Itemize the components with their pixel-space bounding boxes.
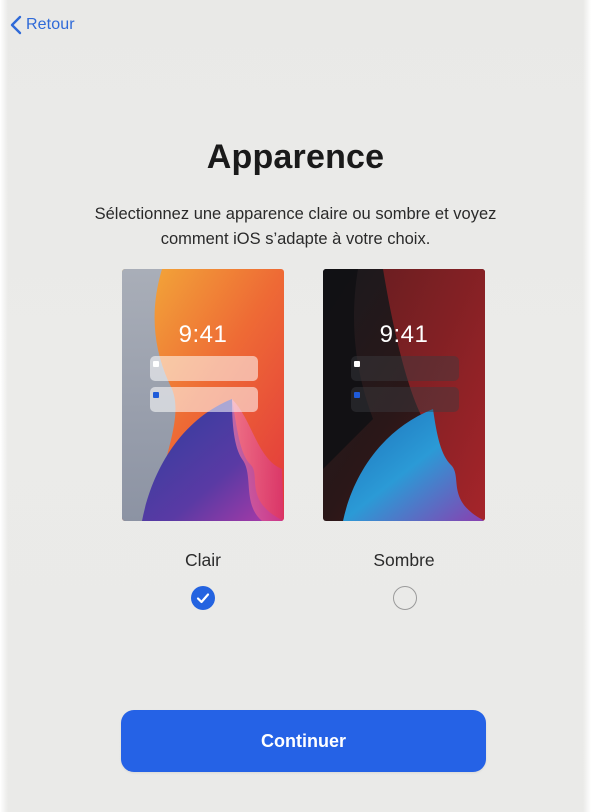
continue-button[interactable]: Continuer (121, 710, 486, 772)
frame-edge-right (583, 0, 591, 812)
dark-preview-clock: 9:41 (379, 321, 429, 348)
light-preview-widget (150, 356, 258, 381)
dark-preview-widget (351, 356, 459, 381)
back-label: Retour (26, 16, 75, 33)
light-option-label: Clair (185, 550, 221, 570)
dark-option-label: Sombre (373, 550, 435, 570)
page-subtitle: Sélectionnez une apparence claire ou som… (94, 205, 497, 248)
page-title: Apparence (206, 138, 385, 176)
dark-appearance-preview[interactable]: 9:41 (323, 269, 485, 521)
appearance-setup-screen: Retour Apparence Sélectionnez une appare… (0, 0, 591, 812)
widget-indicator (153, 361, 159, 367)
light-option-radio[interactable] (191, 586, 215, 610)
widget-indicator (354, 361, 360, 367)
dark-option-radio[interactable] (393, 586, 417, 610)
chevron-left-icon (10, 15, 22, 35)
light-preview-widget (150, 387, 258, 412)
widget-indicator (354, 392, 360, 398)
dark-preview-widget (351, 387, 459, 412)
checkmark-icon (191, 586, 215, 610)
widget-indicator (153, 392, 159, 398)
light-appearance-preview[interactable]: 9:41 (122, 269, 284, 521)
light-preview-clock: 9:41 (178, 321, 228, 348)
frame-edge-left (0, 0, 8, 812)
back-button[interactable]: Retour (10, 12, 75, 38)
